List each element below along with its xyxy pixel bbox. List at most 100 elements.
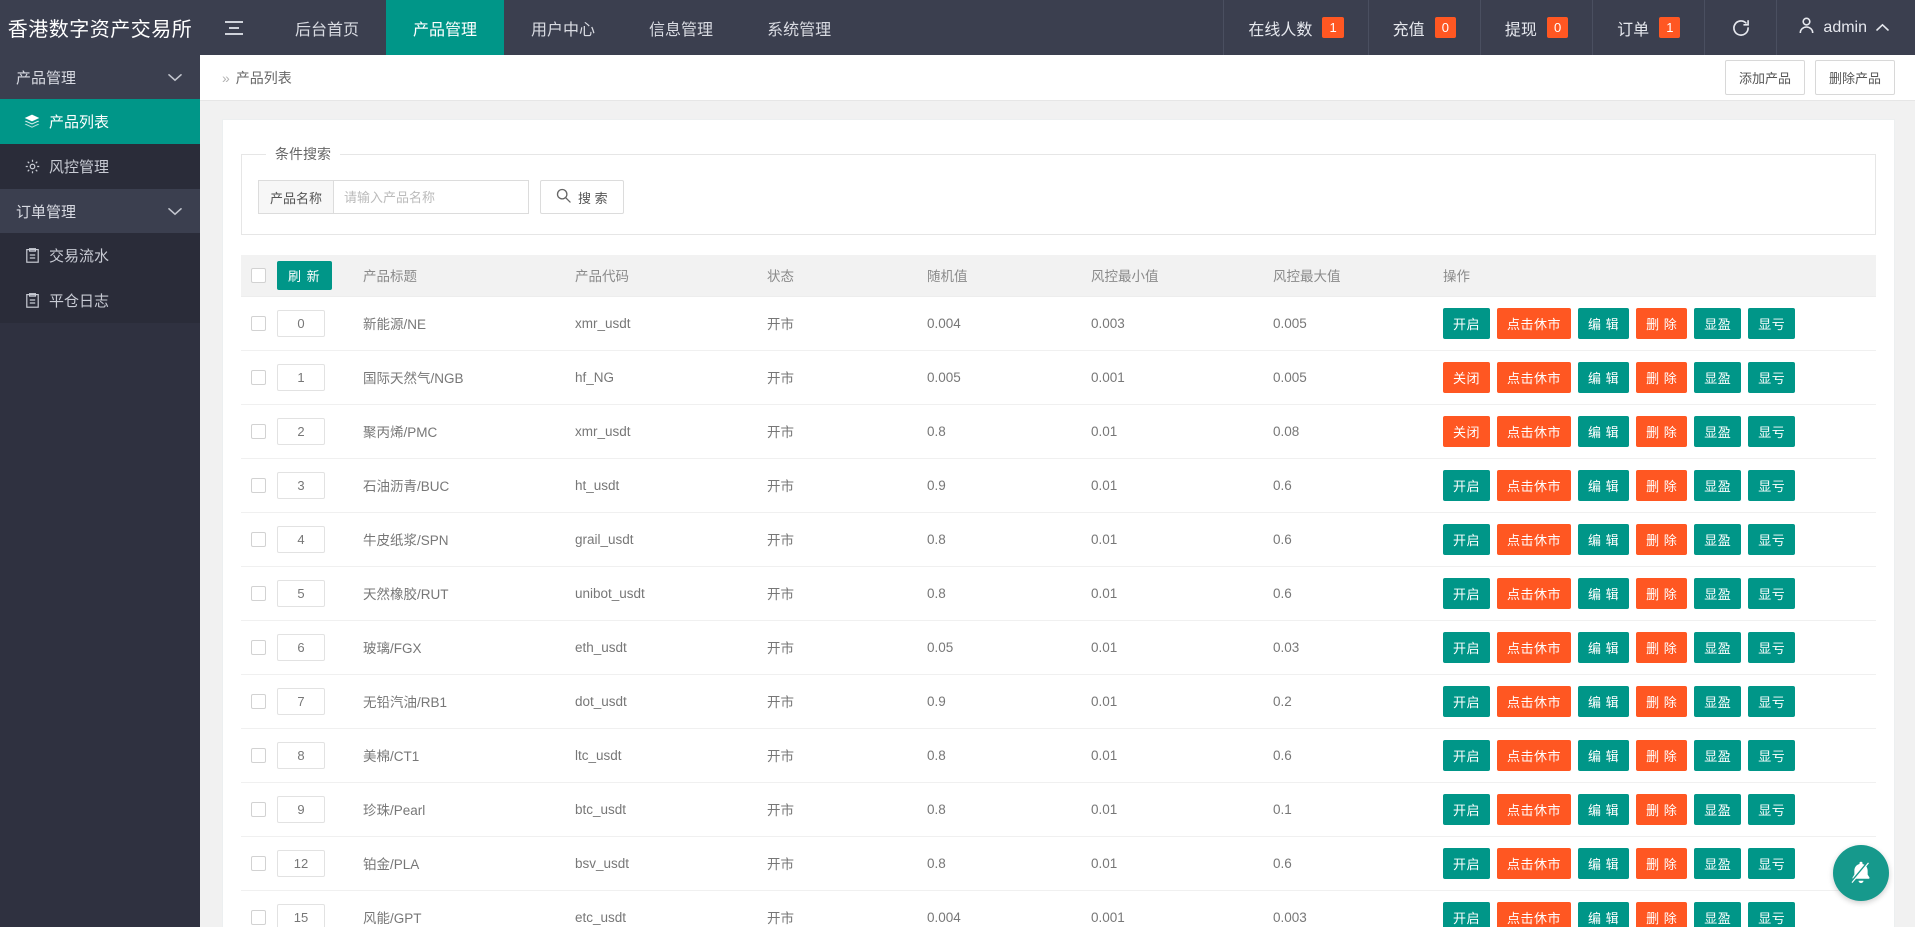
row-toggle-button[interactable]: 关闭 (1443, 361, 1491, 393)
row-toggle-button[interactable]: 开启 (1443, 577, 1491, 609)
nav-tab-products[interactable]: 产品管理 (386, 0, 505, 55)
row-toggle-button[interactable]: 开启 (1443, 469, 1491, 501)
row-show-profit-button[interactable]: 显盈 (1694, 577, 1742, 609)
stat-recharge[interactable]: 充值 0 (1367, 0, 1480, 55)
row-show-profit-button[interactable]: 显盈 (1694, 469, 1742, 501)
row-checkbox[interactable] (251, 639, 266, 655)
row-show-profit-button[interactable]: 显盈 (1694, 685, 1742, 717)
row-delete-button[interactable]: 删 除 (1636, 739, 1688, 771)
user-menu[interactable]: admin (1776, 0, 1915, 55)
row-edit-button[interactable]: 编 辑 (1578, 361, 1630, 393)
bell-off-icon[interactable] (1833, 845, 1889, 901)
nav-tab-info[interactable]: 信息管理 (622, 0, 740, 55)
row-edit-button[interactable]: 编 辑 (1578, 685, 1630, 717)
row-delete-button[interactable]: 删 除 (1636, 685, 1688, 717)
sidebar-item-close-position-log[interactable]: 平仓日志 (0, 278, 200, 323)
nav-tab-home[interactable]: 后台首页 (268, 0, 386, 55)
row-delete-button[interactable]: 删 除 (1636, 361, 1688, 393)
row-edit-button[interactable]: 编 辑 (1578, 739, 1630, 771)
row-show-loss-button[interactable]: 显亏 (1748, 469, 1796, 501)
row-suspend-button[interactable]: 点击休市 (1497, 847, 1572, 879)
row-checkbox[interactable] (251, 369, 266, 385)
row-toggle-button[interactable]: 开启 (1443, 847, 1491, 879)
row-checkbox[interactable] (251, 477, 266, 493)
row-checkbox[interactable] (251, 585, 266, 601)
row-checkbox[interactable] (251, 747, 266, 763)
row-toggle-button[interactable]: 开启 (1443, 631, 1491, 663)
row-delete-button[interactable]: 删 除 (1636, 469, 1688, 501)
row-toggle-button[interactable]: 开启 (1443, 739, 1491, 771)
row-show-profit-button[interactable]: 显盈 (1694, 523, 1742, 555)
row-show-loss-button[interactable]: 显亏 (1748, 307, 1796, 339)
row-suspend-button[interactable]: 点击休市 (1497, 793, 1572, 825)
select-all-checkbox[interactable] (251, 267, 266, 283)
row-edit-button[interactable]: 编 辑 (1578, 631, 1630, 663)
row-edit-button[interactable]: 编 辑 (1578, 901, 1630, 927)
row-suspend-button[interactable]: 点击休市 (1497, 415, 1572, 447)
row-suspend-button[interactable]: 点击休市 (1497, 361, 1572, 393)
row-show-loss-button[interactable]: 显亏 (1748, 739, 1796, 771)
refresh-icon[interactable] (1704, 0, 1776, 55)
row-checkbox[interactable] (251, 855, 266, 871)
sidebar-item-product-list[interactable]: 产品列表 (0, 99, 200, 144)
row-delete-button[interactable]: 删 除 (1636, 901, 1688, 927)
row-toggle-button[interactable]: 开启 (1443, 901, 1491, 927)
row-checkbox[interactable] (251, 801, 266, 817)
row-show-loss-button[interactable]: 显亏 (1748, 847, 1796, 879)
row-edit-button[interactable]: 编 辑 (1578, 577, 1630, 609)
row-edit-button[interactable]: 编 辑 (1578, 469, 1630, 501)
stat-withdraw[interactable]: 提现 0 (1479, 0, 1592, 55)
row-suspend-button[interactable]: 点击休市 (1497, 469, 1572, 501)
row-show-loss-button[interactable]: 显亏 (1748, 685, 1796, 717)
row-toggle-button[interactable]: 关闭 (1443, 415, 1491, 447)
row-show-loss-button[interactable]: 显亏 (1748, 631, 1796, 663)
row-suspend-button[interactable]: 点击休市 (1497, 523, 1572, 555)
row-delete-button[interactable]: 删 除 (1636, 523, 1688, 555)
delete-product-button[interactable]: 删除产品 (1814, 60, 1895, 95)
row-suspend-button[interactable]: 点击休市 (1497, 307, 1572, 339)
row-show-profit-button[interactable]: 显盈 (1694, 415, 1742, 447)
stat-online-users[interactable]: 在线人数 1 (1223, 0, 1367, 55)
row-checkbox[interactable] (251, 423, 266, 439)
row-show-profit-button[interactable]: 显盈 (1694, 847, 1742, 879)
row-show-loss-button[interactable]: 显亏 (1748, 361, 1796, 393)
row-show-loss-button[interactable]: 显亏 (1748, 415, 1796, 447)
sidebar-group-products[interactable]: 产品管理 (0, 55, 200, 99)
sidebar-group-orders[interactable]: 订单管理 (0, 189, 200, 233)
row-toggle-button[interactable]: 开启 (1443, 685, 1491, 717)
product-name-input[interactable] (333, 180, 530, 214)
row-delete-button[interactable]: 删 除 (1636, 415, 1688, 447)
stat-orders[interactable]: 订单 1 (1592, 0, 1704, 55)
row-toggle-button[interactable]: 开启 (1443, 307, 1491, 339)
row-show-profit-button[interactable]: 显盈 (1694, 739, 1742, 771)
row-toggle-button[interactable]: 开启 (1443, 793, 1491, 825)
row-checkbox[interactable] (251, 693, 266, 709)
row-suspend-button[interactable]: 点击休市 (1497, 739, 1572, 771)
row-suspend-button[interactable]: 点击休市 (1497, 631, 1572, 663)
row-delete-button[interactable]: 删 除 (1636, 847, 1688, 879)
row-edit-button[interactable]: 编 辑 (1578, 415, 1630, 447)
row-show-loss-button[interactable]: 显亏 (1748, 577, 1796, 609)
sidebar-item-risk-control[interactable]: 风控管理 (0, 144, 200, 189)
row-edit-button[interactable]: 编 辑 (1578, 793, 1630, 825)
row-delete-button[interactable]: 删 除 (1636, 307, 1688, 339)
row-delete-button[interactable]: 删 除 (1636, 631, 1688, 663)
add-product-button[interactable]: 添加产品 (1724, 60, 1805, 95)
row-delete-button[interactable]: 删 除 (1636, 577, 1688, 609)
row-toggle-button[interactable]: 开启 (1443, 523, 1491, 555)
row-show-profit-button[interactable]: 显盈 (1694, 361, 1742, 393)
row-suspend-button[interactable]: 点击休市 (1497, 685, 1572, 717)
row-suspend-button[interactable]: 点击休市 (1497, 577, 1572, 609)
row-show-loss-button[interactable]: 显亏 (1748, 901, 1796, 927)
row-checkbox[interactable] (251, 315, 266, 331)
row-show-profit-button[interactable]: 显盈 (1694, 631, 1742, 663)
row-show-loss-button[interactable]: 显亏 (1748, 523, 1796, 555)
row-show-loss-button[interactable]: 显亏 (1748, 793, 1796, 825)
row-show-profit-button[interactable]: 显盈 (1694, 793, 1742, 825)
row-show-profit-button[interactable]: 显盈 (1694, 901, 1742, 927)
search-button[interactable]: 搜 索 (540, 180, 624, 214)
row-show-profit-button[interactable]: 显盈 (1694, 307, 1742, 339)
nav-tab-system[interactable]: 系统管理 (740, 0, 858, 55)
row-checkbox[interactable] (251, 909, 266, 925)
row-edit-button[interactable]: 编 辑 (1578, 847, 1630, 879)
